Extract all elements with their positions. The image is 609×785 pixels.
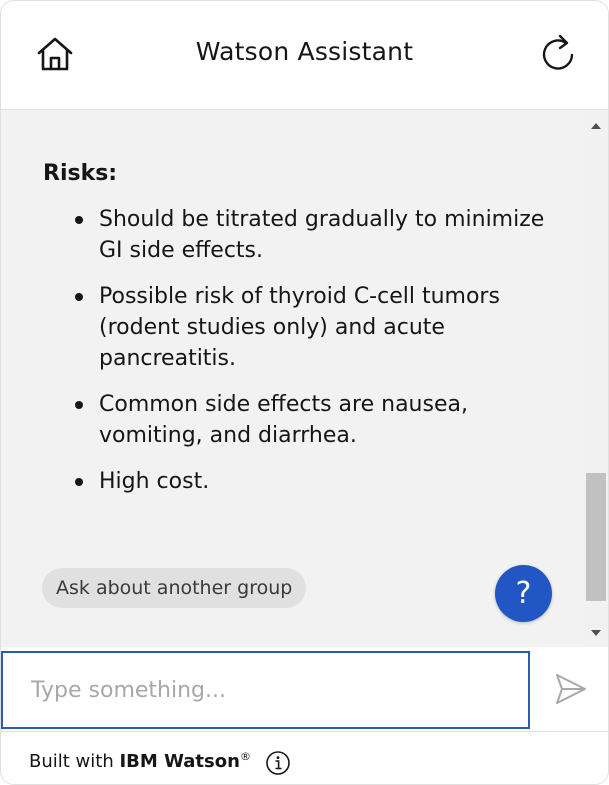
info-button[interactable] [265, 750, 291, 776]
list-item: Possible risk of thyroid C-cell tumors (… [43, 281, 563, 374]
list-item-text: High cost. [99, 469, 210, 494]
bullet-icon [75, 293, 83, 301]
arrow-down-icon [591, 630, 601, 636]
option-chip-another-group[interactable]: Ask about another group [42, 568, 307, 608]
list-item-text: Common side effects are nausea, vomiting… [99, 392, 468, 448]
send-icon [556, 674, 586, 704]
message-input-container [1, 651, 530, 729]
send-button[interactable] [553, 671, 589, 707]
list-item: Common side effects are nausea, vomiting… [43, 389, 563, 451]
list-item: Should be titrated gradually to minimize… [43, 204, 563, 266]
section-title: Risks: [43, 161, 118, 186]
chat-window: Watson Assistant Risks: Should be titrat… [0, 0, 609, 785]
scroll-thumb[interactable] [586, 473, 606, 601]
trademark-symbol: ® [239, 750, 251, 763]
help-button[interactable]: ? [495, 565, 552, 622]
scroll-down-button[interactable] [584, 623, 608, 643]
built-with-text: Built with IBM Watson® [29, 750, 251, 772]
message-input[interactable] [3, 653, 528, 727]
question-icon: ? [515, 576, 532, 611]
footer: Built with IBM Watson® [1, 731, 608, 784]
scroll-up-button[interactable] [584, 116, 608, 136]
bullet-icon [75, 478, 83, 486]
list-item-text: Possible risk of thyroid C-cell tumors (… [99, 284, 500, 371]
list-item-text: Should be titrated gradually to minimize… [99, 207, 545, 263]
risk-list: Should be titrated gradually to minimize… [43, 204, 563, 512]
assistant-title: Watson Assistant [195, 37, 414, 66]
scrollbar[interactable] [584, 110, 608, 647]
bullet-icon [75, 216, 83, 224]
brand-name: IBM Watson [119, 751, 240, 772]
footer-prefix: Built with [29, 751, 114, 772]
restart-button[interactable] [536, 31, 580, 77]
restart-icon [542, 34, 574, 70]
message-area: Risks: Should be titrated gradually to m… [1, 110, 584, 647]
chat-header: Watson Assistant [1, 1, 608, 110]
bullet-icon [75, 401, 83, 409]
list-item: High cost. [43, 466, 563, 497]
info-icon [266, 751, 290, 775]
arrow-up-icon [591, 123, 601, 129]
